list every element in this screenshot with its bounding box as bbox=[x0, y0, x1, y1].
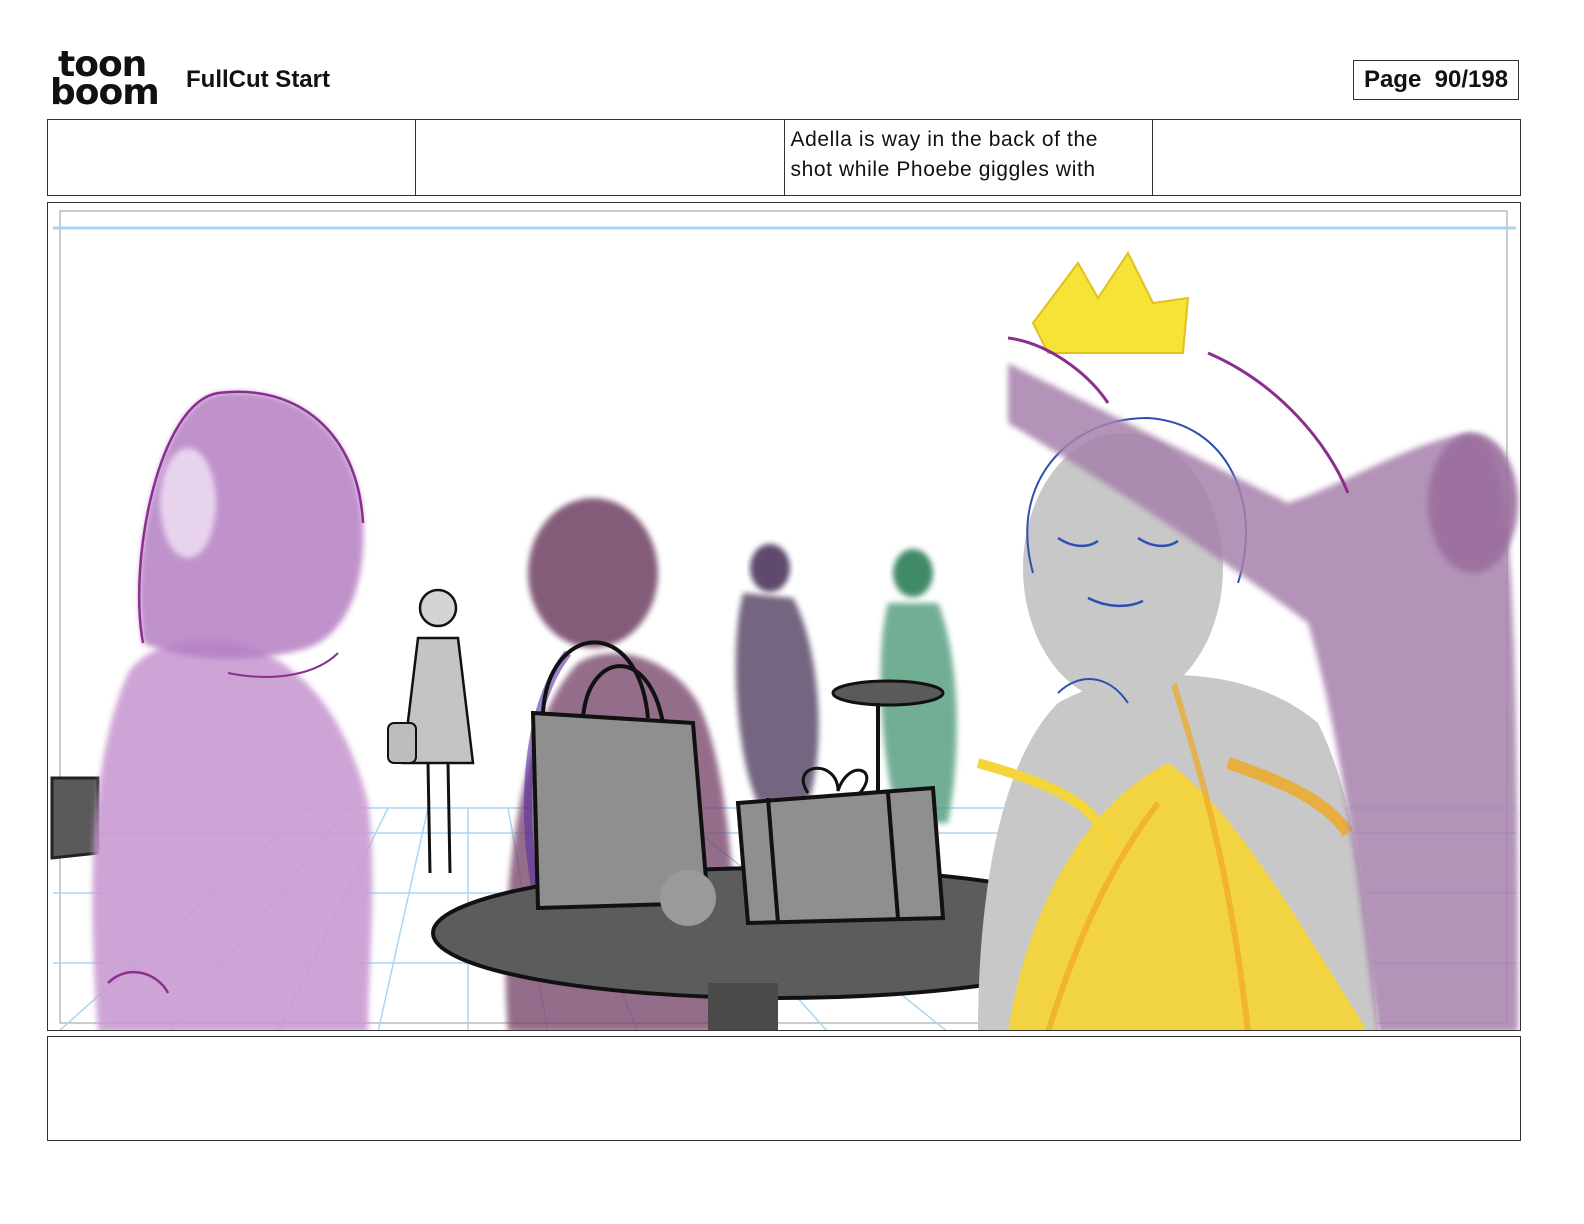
caption-cell-2 bbox=[416, 120, 785, 195]
toonboom-logo: toon boom bbox=[50, 44, 164, 113]
page-number: 90/198 bbox=[1434, 66, 1509, 93]
caption-row: Adella is way in the back of the shot wh… bbox=[47, 119, 1521, 196]
document-title: FullCut Start bbox=[186, 66, 330, 93]
crown-icon bbox=[1031, 251, 1190, 354]
storyboard-sketch bbox=[50, 210, 1518, 1030]
page-label: Page bbox=[1363, 66, 1422, 93]
caption-cell-3: Adella is way in the back of the shot wh… bbox=[785, 120, 1153, 195]
caption-cell-1 bbox=[48, 120, 417, 195]
storyboard-panel bbox=[47, 202, 1521, 1031]
logo-bottom-text: boom bbox=[50, 72, 160, 113]
background-woman bbox=[387, 588, 475, 874]
stool-edge bbox=[50, 776, 100, 860]
page-indicator: Page 90/198 bbox=[1353, 60, 1519, 100]
left-figure bbox=[92, 390, 373, 1030]
notes-box bbox=[47, 1036, 1521, 1141]
caption-cell-4 bbox=[1153, 120, 1520, 195]
